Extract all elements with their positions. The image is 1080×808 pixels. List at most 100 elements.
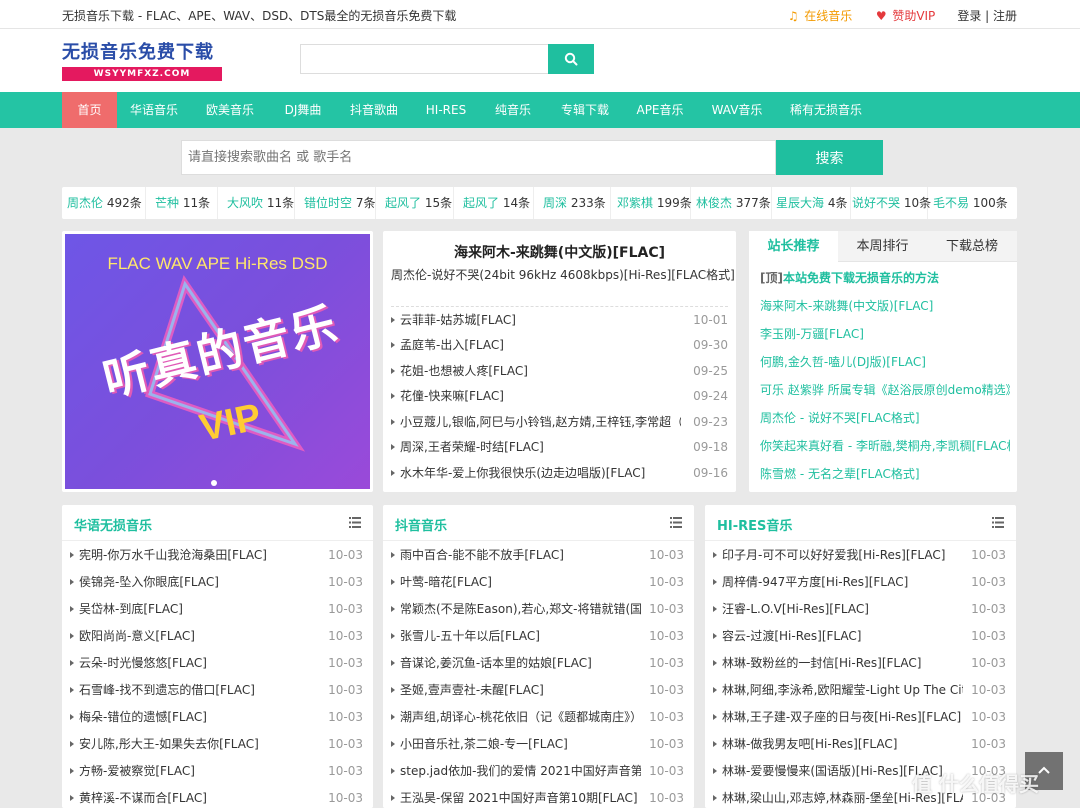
header: 无损音乐免费下载 WSYYMFXZ.COM <box>0 29 1080 92</box>
nav-item-dj[interactable]: DJ舞曲 <box>270 92 336 128</box>
featured-headline[interactable]: 海来阿木-来跳舞(中文版)[FLAC] <box>383 242 736 262</box>
nav-item-chinese[interactable]: 华语音乐 <box>118 92 190 128</box>
tab-download-rank[interactable]: 下载总榜 <box>927 231 1017 262</box>
section-title: 抖音音乐 <box>395 519 448 534</box>
nav-item-hires[interactable]: HI-RES <box>415 92 477 128</box>
list-item[interactable]: 海来阿木-来跳舞(中文版)[FLAC] <box>760 292 1010 320</box>
list-item[interactable]: 云菲菲-姑苏城[FLAC] 10-01 <box>391 308 728 333</box>
list-item[interactable]: 云朵-时光慢悠悠[FLAC] 10-03 <box>70 650 363 677</box>
list-item[interactable]: 林琳-做我男友吧[Hi-Res][FLAC] 10-03 <box>713 731 1006 758</box>
section-header: HI-RES音乐 <box>705 505 1016 541</box>
sponsor-vip-label: 赞助VIP <box>892 9 936 23</box>
list-item[interactable]: 陈雪燃 - 无名之辈[FLAC格式] <box>760 460 1010 488</box>
heart-icon: ♥ <box>875 8 887 23</box>
hot-keyword[interactable]: 星辰大海 4条 <box>776 187 851 219</box>
nav-item-ape[interactable]: APE音乐 <box>625 92 695 128</box>
hot-keyword[interactable]: 周深 233条 <box>543 187 611 219</box>
list-item[interactable]: 黄梓溪-不谋而合[FLAC] 10-03 <box>70 785 363 808</box>
login-register-link[interactable]: 登录 | 注册 <box>957 7 1017 24</box>
list-item[interactable]: 可乐 赵紫骅 所属专辑《赵浴辰原创demo精选》 <box>760 376 1010 404</box>
list-item[interactable]: 圣姬,壹声壹社-未醒[FLAC] 10-03 <box>391 677 684 704</box>
list-item[interactable]: 音谋论,姜沉鱼-话本里的姑娘[FLAC] 10-03 <box>391 650 684 677</box>
nav-item-wav[interactable]: WAV音乐 <box>701 92 773 128</box>
pinned-link[interactable]: [顶]本站免费下载无损音乐的方法 <box>760 264 1010 292</box>
hot-keyword[interactable]: 林俊杰 377条 <box>696 187 772 219</box>
list-item[interactable]: 林琳-致粉丝的一封信[Hi-Res][FLAC] 10-03 <box>713 650 1006 677</box>
main-search-button[interactable]: 搜索 <box>776 140 883 175</box>
nav-item-home[interactable]: 首页 <box>62 92 117 128</box>
hot-keyword[interactable]: 周杰伦 492条 <box>67 187 146 219</box>
hot-keyword[interactable]: 邓紫棋 199条 <box>617 187 692 219</box>
hot-keyword[interactable]: 毛不易 100条 <box>933 187 1008 219</box>
list-item[interactable]: 方畅-爱被察觉[FLAC] 10-03 <box>70 758 363 785</box>
list-item[interactable]: 叶莺-暗花[FLAC] 10-03 <box>391 569 684 596</box>
list-item[interactable]: 孟庭苇-出入[FLAC] 09-30 <box>391 333 728 358</box>
header-search-button[interactable] <box>548 44 594 74</box>
section-title: HI-RES音乐 <box>717 519 793 534</box>
list-item[interactable]: 你笑起来真好看 - 李昕融,樊桐舟,李凯稠[FLAC格 <box>760 432 1010 460</box>
list-item[interactable]: 何鹏,金久哲-嗑儿(DJ版)[FLAC] <box>760 348 1010 376</box>
sponsor-vip-link[interactable]: ♥ 赞助VIP <box>874 7 935 24</box>
douyin-music-section: 抖音音乐 雨中百合-能不能不放手[FLAC] 10-03 叶莺-暗花[FLAC] 1… <box>383 505 694 808</box>
hot-keyword[interactable]: 起风了 14条 <box>463 187 534 219</box>
list-item[interactable]: 周梓倩-947平方度[Hi-Res][FLAC] 10-03 <box>713 569 1006 596</box>
hot-keyword[interactable]: 大风吹 11条 <box>227 187 295 219</box>
list-item[interactable]: 林琳,阿细,李泳希,欧阳耀莹-Light Up The City[Hi10-03 <box>713 677 1006 704</box>
hot-keyword[interactable]: 说好不哭 10条 <box>852 187 931 219</box>
list-item[interactable]: 张雪儿-五十年以后[FLAC] 10-03 <box>391 623 684 650</box>
list-item[interactable]: 安儿陈,彤大王-如果失去你[FLAC] 10-03 <box>70 731 363 758</box>
list-item[interactable]: 水木年华-爱上你我很快乐(边走边唱版)[FLAC] 09-16 <box>391 461 728 486</box>
header-search-input[interactable] <box>300 44 548 74</box>
hot-keyword[interactable]: 错位时空 7条 <box>304 187 376 219</box>
online-music-label: 在线音乐 <box>804 9 853 23</box>
list-item[interactable]: 常颖杰(不是陈Eason),若心,郑文-将错就错(国语版)10-03 <box>391 596 684 623</box>
site-description: 无损音乐下载 - FLAC、APE、WAV、DSD、DTS最全的无损音乐免费下载 <box>62 9 457 23</box>
list-item[interactable]: 花僮-快来嘛[FLAC] 09-24 <box>391 384 728 409</box>
list-item[interactable]: 王泓昊-保留 2021中国好声音第10期[FLAC] 10-03 <box>391 785 684 808</box>
list-item[interactable]: 花姐-也想被人疼[FLAC] 09-25 <box>391 359 728 384</box>
hires-music-section: HI-RES音乐 印子月-可不可以好好爱我[Hi-Res][FLAC] 10-03… <box>705 505 1016 808</box>
list-item[interactable]: 梅朵-错位的遗憾[FLAC] 10-03 <box>70 704 363 731</box>
list-item[interactable]: 林琳,王子建-双子座的日与夜[Hi-Res][FLAC] 10-03 <box>713 704 1006 731</box>
chinese-lossless-section: 华语无损音乐 宪明-你万水千山我沧海桑田[FLAC] 10-03 侯锦尧-坠入你眼… <box>62 505 373 808</box>
hot-keyword[interactable]: 起风了 15条 <box>385 187 454 219</box>
site-logo[interactable]: 无损音乐免费下载 WSYYMFXZ.COM <box>62 39 222 85</box>
featured-subheadline[interactable]: 周杰伦-说好不哭(24bit 96kHz 4608kbps)[Hi-Res][F… <box>391 266 735 283</box>
section-header: 抖音音乐 <box>383 505 694 541</box>
vip-banner[interactable]: FLAC WAV APE Hi-Res DSD 听真的音乐 VIP <box>62 231 373 492</box>
search-icon <box>564 52 578 66</box>
list-item[interactable]: 小豆蔻儿,银临,阿巳与小铃铛,赵方婧,王梓钰,李常超（Lao乾09-23 <box>391 410 728 435</box>
list-item[interactable]: 容云-过渡[Hi-Res][FLAC] 10-03 <box>713 623 1006 650</box>
list-item[interactable]: step.jad依加-我们的爱情 2021中国好声音第10期10-03 <box>391 758 684 785</box>
list-item[interactable]: 石雪峰-找不到遗忘的借口[FLAC] 10-03 <box>70 677 363 704</box>
list-item[interactable]: 欧阳尚尚-意义[FLAC] 10-03 <box>70 623 363 650</box>
nav-item-rare[interactable]: 稀有无损音乐 <box>780 92 872 128</box>
nav-item-douyin[interactable]: 抖音歌曲 <box>338 92 410 128</box>
list-item[interactable]: 汪睿-L.O.V[Hi-Res][FLAC] 10-03 <box>713 596 1006 623</box>
main-search-input[interactable] <box>181 140 776 175</box>
list-item[interactable]: 周杰伦 - 说好不哭[FLAC格式] <box>760 404 1010 432</box>
list-item[interactable]: 潮声组,胡译心-桃花依旧（记《题都城南庄》）[FL 10-03 <box>391 704 684 731</box>
list-item[interactable]: 李玉刚-万疆[FLAC] <box>760 320 1010 348</box>
list-item[interactable]: 印子月-可不可以好好爱我[Hi-Res][FLAC] 10-03 <box>713 542 1006 569</box>
nav-item-pure[interactable]: 纯音乐 <box>483 92 543 128</box>
list-item[interactable]: 雨中百合-能不能不放手[FLAC] 10-03 <box>391 542 684 569</box>
carousel-dot[interactable] <box>211 480 217 486</box>
tab-weekly-rank[interactable]: 本周排行 <box>838 231 927 262</box>
nav-item-western[interactable]: 欧美音乐 <box>194 92 266 128</box>
section-header: 华语无损音乐 <box>62 505 373 541</box>
list-more-icon[interactable] <box>992 517 1004 528</box>
hot-keyword[interactable]: 芒种 11条 <box>155 187 218 219</box>
music-note-icon: ♫ <box>787 8 799 23</box>
list-more-icon[interactable] <box>670 517 682 528</box>
list-item[interactable]: 侯锦尧-坠入你眼底[FLAC] 10-03 <box>70 569 363 596</box>
tab-recommend[interactable]: 站长推荐 <box>749 231 838 262</box>
list-item[interactable]: 吴岱林-到底[FLAC] 10-03 <box>70 596 363 623</box>
online-music-link[interactable]: ♫ 在线音乐 <box>786 7 852 24</box>
list-more-icon[interactable] <box>349 517 361 528</box>
nav-item-albums[interactable]: 专辑下载 <box>549 92 621 128</box>
logo-subtitle: WSYYMFXZ.COM <box>62 67 222 81</box>
list-item[interactable]: 周深,王者荣耀-时结[FLAC] 09-18 <box>391 435 728 460</box>
list-item[interactable]: 宪明-你万水千山我沧海桑田[FLAC] 10-03 <box>70 542 363 569</box>
list-item[interactable]: 小田音乐社,茶二娘-专一[FLAC] 10-03 <box>391 731 684 758</box>
